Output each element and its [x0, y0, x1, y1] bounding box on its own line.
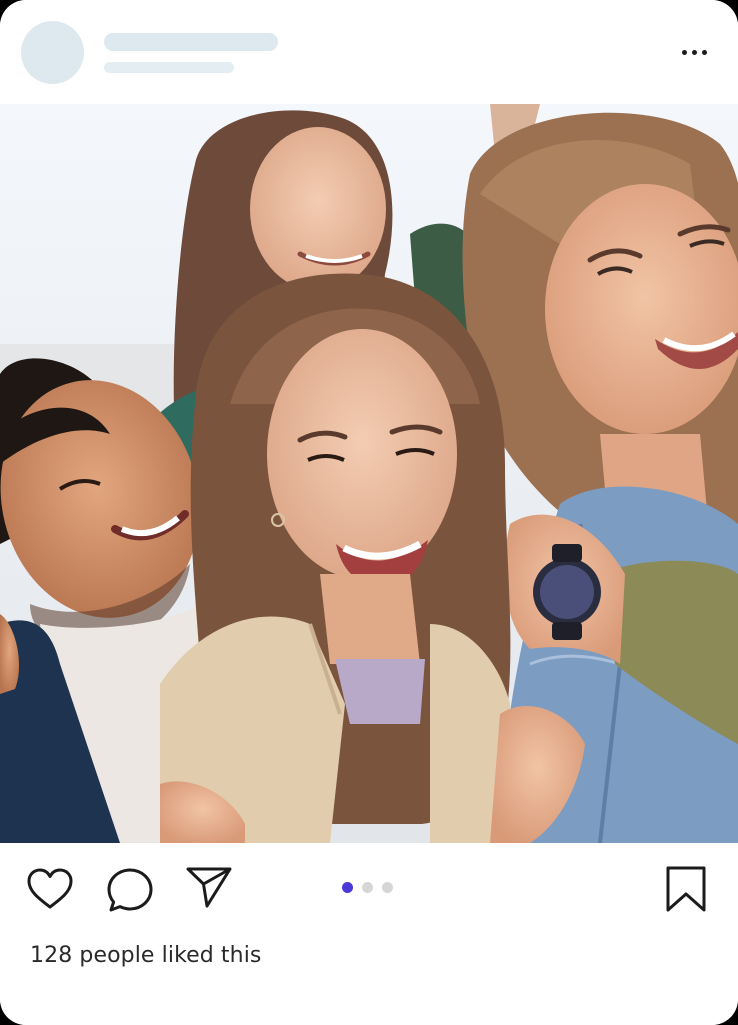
more-horizontal-icon [691, 49, 697, 55]
more-options-button[interactable] [672, 36, 716, 68]
image-pagination [342, 882, 393, 893]
page-dot[interactable] [382, 882, 393, 893]
share-button[interactable] [185, 865, 233, 909]
more-horizontal-icon [681, 49, 687, 55]
send-plane-icon [186, 867, 232, 908]
page-dot[interactable] [362, 882, 373, 893]
post-card: 128 people liked this [0, 0, 738, 1025]
like-button[interactable] [26, 867, 74, 911]
username-placeholder [104, 33, 278, 51]
likes-count-text: 128 people liked this [30, 943, 262, 968]
more-horizontal-icon [701, 49, 707, 55]
bookmark-icon [666, 866, 706, 912]
post-footer: 128 people liked this [0, 843, 738, 1025]
group-selfie-photo [0, 104, 738, 843]
save-button[interactable] [664, 865, 708, 913]
comment-bubble-icon [107, 868, 153, 912]
subtitle-placeholder [104, 62, 234, 73]
page-dot-active[interactable] [342, 882, 353, 893]
post-header [0, 0, 738, 104]
comment-button[interactable] [106, 867, 154, 913]
heart-icon [27, 868, 73, 909]
post-image[interactable] [0, 104, 738, 843]
avatar[interactable] [21, 21, 84, 84]
